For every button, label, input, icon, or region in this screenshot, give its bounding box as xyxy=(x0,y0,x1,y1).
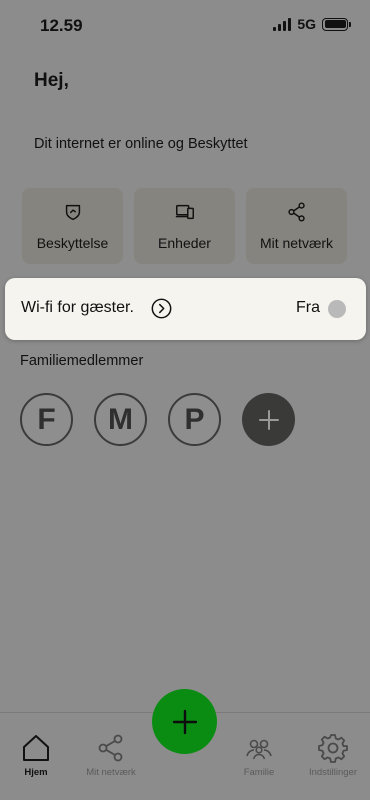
plus-icon xyxy=(172,709,197,734)
network-type: 5G xyxy=(297,16,316,32)
tab-label: Indstillinger xyxy=(308,767,358,778)
gear-icon xyxy=(318,734,348,763)
guest-wifi-card[interactable]: Wi-fi for gæster. Fra xyxy=(5,278,366,340)
devices-icon xyxy=(175,204,194,220)
status-time: 12.59 xyxy=(40,16,83,35)
tab-hjem[interactable]: Hjem xyxy=(0,733,76,778)
tile-label: Beskyttelse xyxy=(36,235,109,251)
internet-status-text: Dit internet er online og Beskyttet xyxy=(34,136,248,152)
tab-label: Mit netværk xyxy=(86,767,136,778)
tile-label: Enheder xyxy=(158,235,211,251)
tile-beskyttelse[interactable]: Beskyttelse xyxy=(22,188,123,264)
tile-label: Mit netværk xyxy=(259,235,334,251)
status-indicators: 5G xyxy=(273,16,351,32)
tab-indstillinger[interactable]: Indstillinger xyxy=(293,733,370,778)
plus-icon xyxy=(258,409,279,430)
guest-wifi-label: Wi-fi for gæster. xyxy=(21,299,134,316)
signal-icon xyxy=(273,17,292,31)
member-avatar[interactable]: P xyxy=(168,393,221,446)
home-icon xyxy=(23,735,49,761)
add-member-button[interactable] xyxy=(242,393,295,446)
tab-mit-netvaerk[interactable]: Mit netværk xyxy=(71,733,151,778)
share-network-icon xyxy=(98,734,123,762)
member-initial: P xyxy=(184,402,205,436)
member-initial: F xyxy=(37,402,56,436)
tile-enheder[interactable]: Enheder xyxy=(134,188,235,264)
tile-mit-netvaerk[interactable]: Mit netværk xyxy=(246,188,347,264)
tab-familie[interactable]: Familie xyxy=(219,733,299,778)
quick-tiles: Beskyttelse Enheder Mit netværk xyxy=(22,188,347,264)
family-members: F M P xyxy=(20,393,295,446)
guest-wifi-toggle[interactable] xyxy=(328,300,346,318)
battery-icon xyxy=(322,17,351,31)
share-network-icon xyxy=(287,202,305,222)
chevron-right-circle-icon[interactable] xyxy=(151,298,172,319)
family-icon xyxy=(246,739,272,760)
greeting: Hej, xyxy=(34,70,69,91)
member-avatar[interactable]: F xyxy=(20,393,73,446)
family-section-title: Familiemedlemmer xyxy=(20,353,144,369)
tab-label: Hjem xyxy=(24,767,48,778)
tab-label: Familie xyxy=(243,767,275,778)
guest-wifi-state: Fra xyxy=(296,299,320,316)
member-initial: M xyxy=(108,402,133,436)
status-bar: 12.59 5G xyxy=(0,0,370,48)
shield-icon xyxy=(65,204,80,221)
add-button[interactable] xyxy=(152,689,217,754)
member-avatar[interactable]: M xyxy=(94,393,147,446)
